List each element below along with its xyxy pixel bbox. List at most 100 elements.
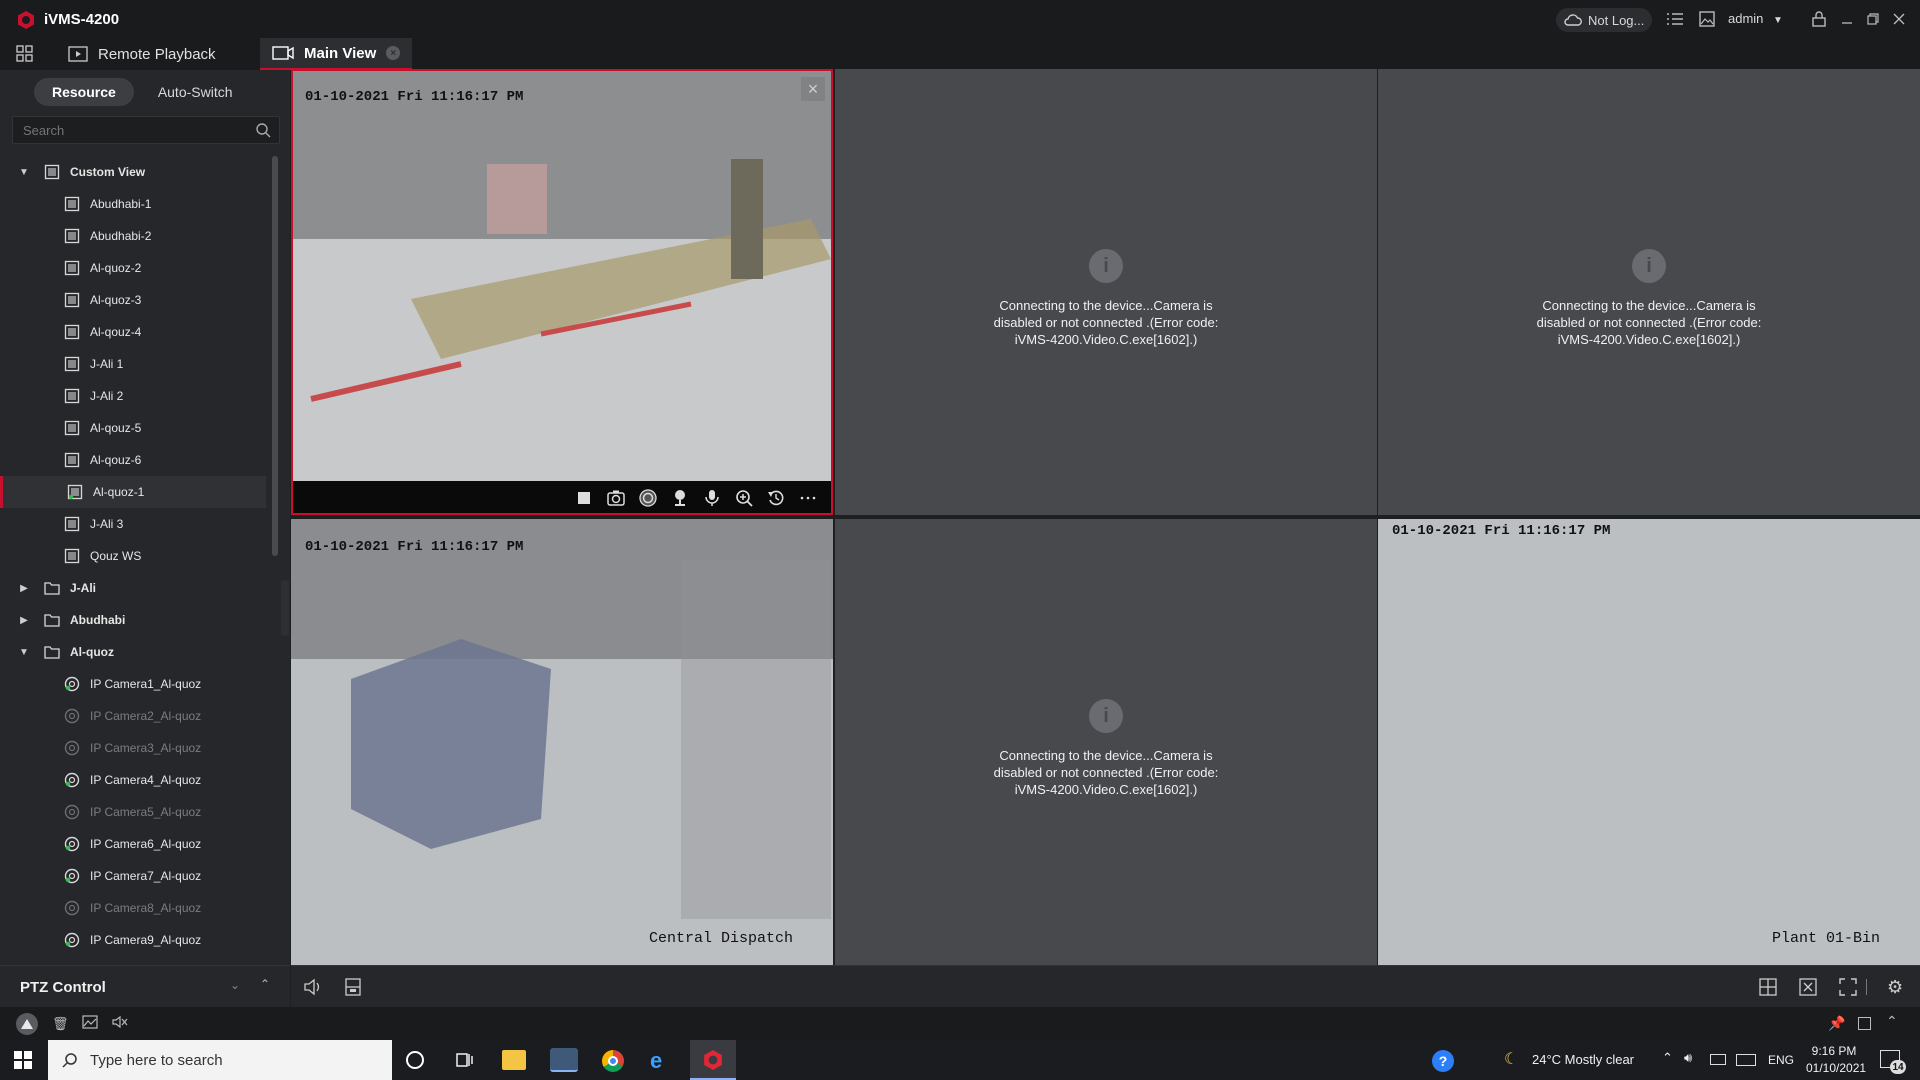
ivms-taskbar-icon[interactable]: [690, 1040, 736, 1080]
tree-item-al-quoz-1[interactable]: Al-quoz-1: [0, 476, 266, 508]
speaker-icon[interactable]: 🔊︎: [1684, 1050, 1692, 1066]
tree-item-qouz-ws[interactable]: Qouz WS: [0, 540, 266, 572]
tree-item-ip-camera6-al-quoz[interactable]: IP Camera6_Al-quoz: [0, 828, 266, 860]
tree-item-ip-camera2-al-quoz[interactable]: IP Camera2_Al-quoz: [0, 700, 266, 732]
tree-item-abudhabi-1[interactable]: Abudhabi-1: [0, 188, 266, 220]
tree-item-ip-camera9-al-quoz[interactable]: IP Camera9_Al-quoz: [0, 924, 266, 956]
alarm-icon[interactable]: [16, 1013, 38, 1035]
tree-item-al-quoz[interactable]: ▼ Al-quoz: [0, 636, 266, 668]
mute-icon[interactable]: [112, 1015, 128, 1034]
video-timestamp: 01-10-2021 Fri 11:16:17 PM: [1392, 523, 1611, 539]
tree-item-al-quoz-2[interactable]: Al-quoz-2: [0, 252, 266, 284]
panel-collapse-handle[interactable]: [281, 580, 289, 636]
more-icon[interactable]: [799, 489, 817, 507]
tab-remote-playback[interactable]: Remote Playback: [56, 38, 228, 70]
task-view-icon[interactable]: [454, 1050, 474, 1075]
trash-icon[interactable]: 🗑: [52, 1016, 69, 1032]
chevron-up-icon[interactable]: ⌃: [260, 977, 270, 991]
login-status-button[interactable]: Not Log...: [1556, 8, 1652, 32]
close-window-icon[interactable]: ×: [801, 77, 825, 101]
picture-icon[interactable]: [82, 1015, 98, 1034]
video-window-4[interactable]: 01-10-2021 Fri 11:16:17 PM Central Dispat…: [291, 519, 833, 965]
zoom-in-icon[interactable]: [735, 489, 753, 507]
window-layout-icon[interactable]: [1759, 978, 1777, 1001]
minimize-icon[interactable]: [1838, 10, 1856, 28]
image-icon[interactable]: [1698, 10, 1716, 28]
close-icon[interactable]: [1890, 10, 1908, 28]
restore-icon[interactable]: [1864, 10, 1882, 28]
caret-right-icon[interactable]: ▶: [18, 614, 30, 626]
tree-item-j-ali[interactable]: ▶ J-Ali: [0, 572, 266, 604]
chevron-up-icon[interactable]: ⌃: [1886, 1013, 1898, 1030]
video-window-5[interactable]: i Connecting to the device...Camera is di…: [835, 519, 1377, 965]
segment-resource[interactable]: Resource: [34, 78, 134, 106]
tree-item-ip-camera4-al-quoz[interactable]: IP Camera4_Al-quoz: [0, 764, 266, 796]
tree-item-abudhabi-2[interactable]: Abudhabi-2: [0, 220, 266, 252]
tree-item-label: J-Ali 1: [90, 357, 124, 371]
tree-item-abudhabi[interactable]: ▶ Abudhabi: [0, 604, 266, 636]
fullscreen-icon[interactable]: [1839, 978, 1857, 1001]
segment-auto-switch[interactable]: Auto-Switch: [140, 78, 251, 106]
ip-camera-icon: [64, 804, 80, 820]
tree-item-j-ali-3[interactable]: J-Ali 3: [0, 508, 266, 540]
capture-icon[interactable]: [607, 489, 625, 507]
instant-playback-icon[interactable]: [767, 489, 785, 507]
volume-icon[interactable]: [303, 978, 323, 1001]
search-icon[interactable]: [256, 123, 271, 138]
weather-text[interactable]: 24°C Mostly clear: [1532, 1052, 1634, 1067]
tree-item-al-qouz-5[interactable]: Al-qouz-5: [0, 412, 266, 444]
tree-item-ip-camera3-al-quoz[interactable]: IP Camera3_Al-quoz: [0, 732, 266, 764]
cortana-icon[interactable]: [406, 1051, 424, 1069]
tree-item-ip-camera7-al-quoz[interactable]: IP Camera7_Al-quoz: [0, 860, 266, 892]
chevron-up-icon[interactable]: ⌃: [1662, 1050, 1673, 1066]
tab-close-icon[interactable]: ×: [386, 46, 401, 60]
save-icon[interactable]: [345, 978, 361, 1001]
pin-icon[interactable]: 📌: [1828, 1015, 1845, 1032]
tree-item-al-qouz-6[interactable]: Al-qouz-6: [0, 444, 266, 476]
help-icon[interactable]: ?: [1432, 1050, 1454, 1072]
network-icon[interactable]: [1710, 1054, 1726, 1065]
record-icon[interactable]: [639, 489, 657, 507]
grid-menu-icon[interactable]: [16, 45, 34, 63]
tab-main-view[interactable]: Main View ×: [260, 38, 413, 70]
chevron-down-icon[interactable]: ⌄: [230, 978, 240, 992]
stop-icon[interactable]: [575, 489, 593, 507]
gear-icon[interactable]: ⚙: [1887, 977, 1903, 998]
chrome-icon[interactable]: [602, 1050, 624, 1072]
close-all-windows-icon[interactable]: [1799, 978, 1817, 1001]
title-bar: iVMS-4200 Not Log... admin ▼: [0, 0, 1920, 38]
language-indicator[interactable]: ENG: [1768, 1053, 1794, 1067]
windows-start-icon[interactable]: [14, 1051, 32, 1074]
ptz-icon[interactable]: [671, 489, 689, 507]
user-menu[interactable]: admin ▼: [1728, 11, 1783, 26]
microphone-icon[interactable]: [703, 489, 721, 507]
video-window-3[interactable]: i Connecting to the device...Camera is di…: [1378, 69, 1920, 515]
tree-item-custom-view[interactable]: ▼ Custom View: [0, 156, 266, 188]
tree-item-ip-camera5-al-quoz[interactable]: IP Camera5_Al-quoz: [0, 796, 266, 828]
tree-item-j-ali-1[interactable]: J-Ali 1: [0, 348, 266, 380]
tree-item-j-ali-2[interactable]: J-Ali 2: [0, 380, 266, 412]
keyboard-icon[interactable]: [1736, 1054, 1756, 1066]
tree-item-ip-camera1-al-quoz[interactable]: IP Camera1_Al-quoz: [0, 668, 266, 700]
tree-item-ip-camera8-al-quoz[interactable]: IP Camera8_Al-quoz: [0, 892, 266, 924]
internet-explorer-icon[interactable]: e: [650, 1048, 662, 1074]
search-input[interactable]: [13, 117, 243, 143]
caret-down-icon[interactable]: ▼: [18, 646, 30, 658]
task-list-icon[interactable]: [1666, 10, 1684, 28]
folder-icon: [44, 646, 60, 659]
file-explorer-icon[interactable]: [502, 1050, 526, 1070]
clock[interactable]: 9:16 PM 01/10/2021: [1806, 1044, 1866, 1075]
video-window-2[interactable]: i Connecting to the device...Camera is di…: [835, 69, 1377, 515]
window-icon[interactable]: [1858, 1017, 1871, 1030]
taskbar-search[interactable]: Type here to search: [48, 1040, 392, 1080]
lock-icon[interactable]: [1810, 10, 1828, 28]
caret-down-icon[interactable]: ▼: [18, 166, 30, 178]
tree-item-al-qouz-4[interactable]: Al-qouz-4: [0, 316, 266, 348]
video-window-6[interactable]: 01-10-2021 Fri 11:16:17 PM Plant 01-Bin: [1378, 519, 1920, 965]
caret-right-icon[interactable]: ▶: [18, 582, 30, 594]
ptz-control-bar[interactable]: PTZ Control ⌄ ⌃: [0, 965, 290, 1007]
tree-item-al-quoz-3[interactable]: Al-quoz-3: [0, 284, 266, 316]
video-window-1[interactable]: 01-10-2021 Fri 11:16:17 PM ×: [291, 69, 833, 515]
active-app-icon[interactable]: [550, 1048, 578, 1072]
tree-scrollbar[interactable]: [272, 156, 278, 556]
